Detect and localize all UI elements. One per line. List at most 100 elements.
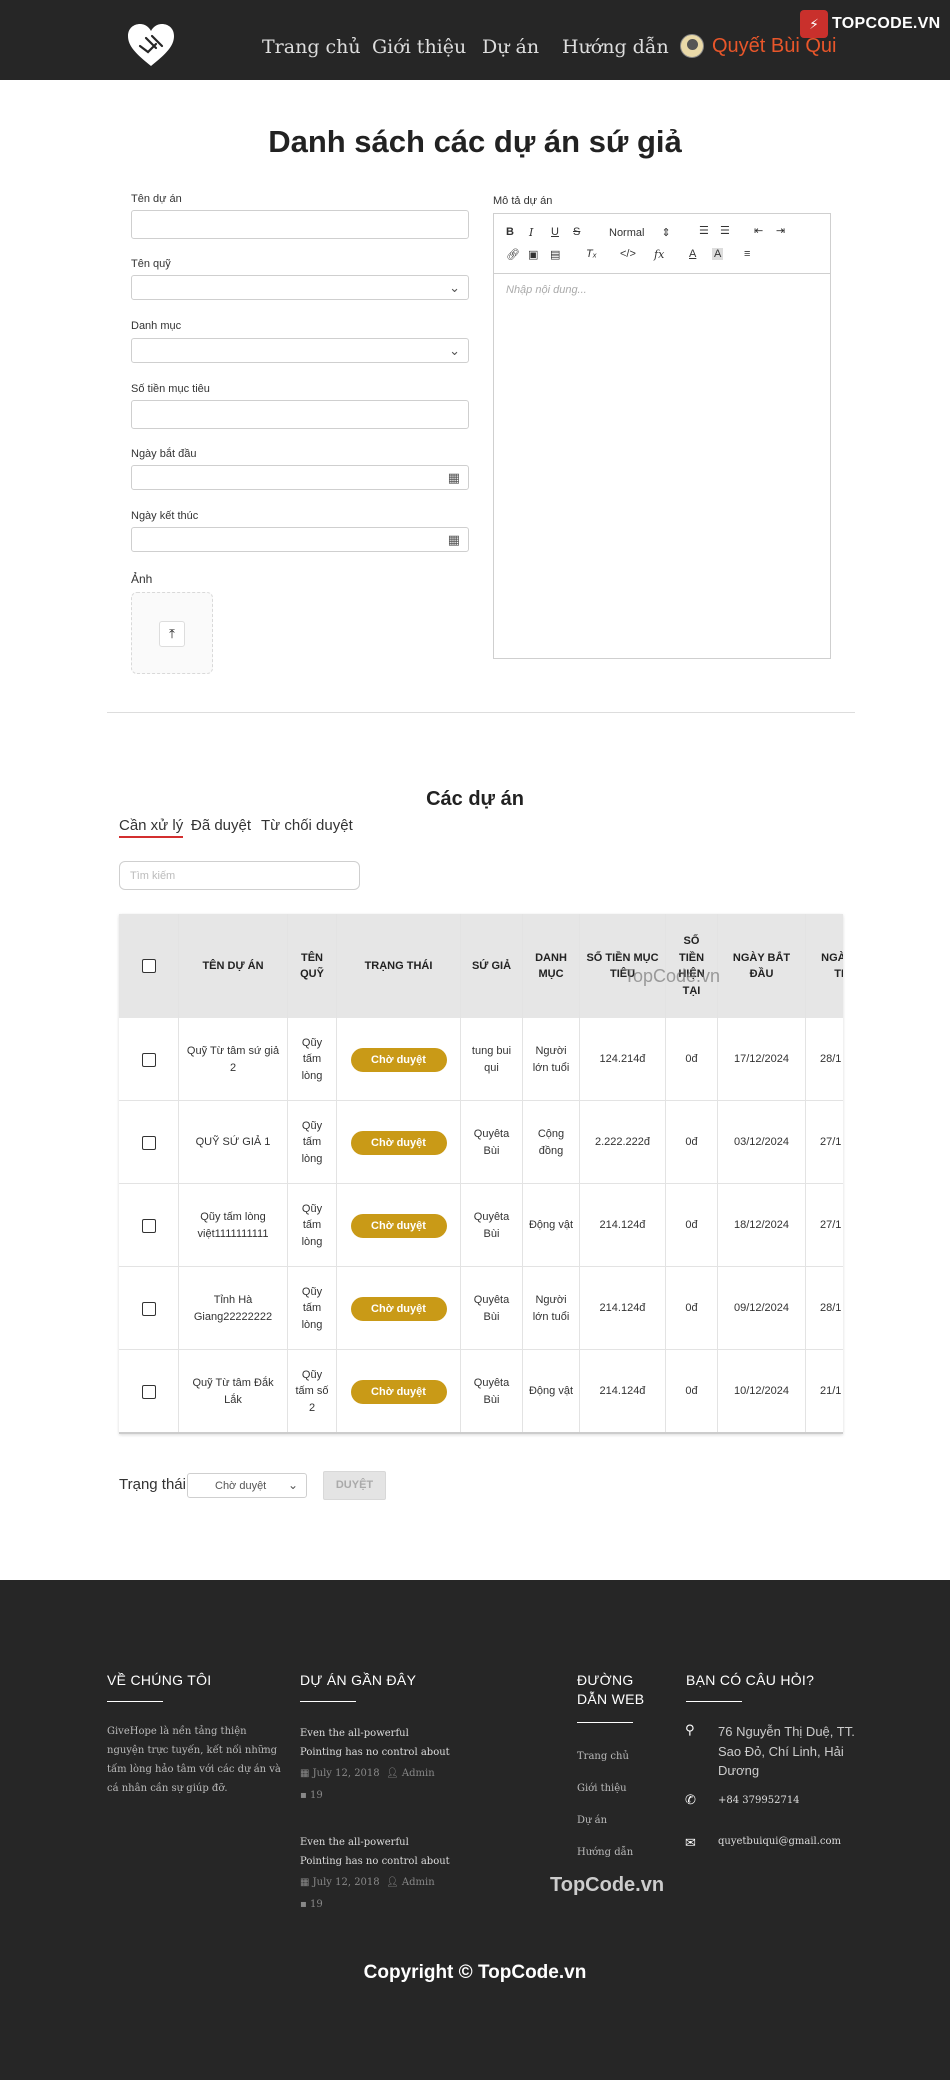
watermark-text: TopCode.vn: [550, 1874, 665, 1896]
col-header-envoy: SỨ GIẢ: [461, 914, 523, 1018]
cell-start: 03/12/2024: [718, 1101, 806, 1184]
heading-select[interactable]: Normal ⇕: [609, 226, 671, 239]
status-filter-select[interactable]: Chờ duyệt ⌄: [187, 1473, 307, 1498]
align-icon[interactable]: ≡: [744, 248, 750, 260]
tab-approved[interactable]: Đã duyệt: [191, 817, 251, 834]
target-amount-label: Số tiền mục tiêu: [131, 383, 210, 395]
outdent-icon[interactable]: ⇤: [754, 224, 763, 237]
target-amount-input[interactable]: [131, 400, 469, 429]
cell-end: 21/1: [806, 1350, 843, 1432]
heart-hands-logo-icon[interactable]: [126, 22, 176, 70]
cell-current: 0đ: [666, 1350, 718, 1432]
row-select-cell: [119, 1267, 179, 1350]
category-select[interactable]: ⌄: [131, 338, 469, 363]
comment-count: 19: [309, 1899, 323, 1910]
row-select-cell: [119, 1018, 179, 1101]
image-upload[interactable]: ⤒: [131, 592, 213, 674]
chevron-down-icon: ⌄: [449, 343, 460, 358]
formula-icon[interactable]: fx: [654, 248, 664, 261]
background-color-icon[interactable]: A: [712, 248, 724, 260]
cell-start: 17/12/2024: [718, 1018, 806, 1101]
clear-format-icon[interactable]: Tₓ: [586, 248, 597, 260]
status-badge[interactable]: Chờ duyệt: [350, 1379, 447, 1404]
cell-category: Người lớn tuổi: [523, 1018, 580, 1101]
project-name-input[interactable]: [131, 210, 469, 239]
cell-fund: Qũy tấm lòng: [288, 1184, 337, 1267]
phone-icon: ✆: [685, 1792, 696, 1807]
fund-select[interactable]: ⌄: [131, 275, 469, 300]
footer-link-about[interactable]: Giới thiệu: [577, 1783, 627, 1794]
recent-post-title[interactable]: Even the all-powerful Pointing has no co…: [300, 1833, 450, 1871]
row-checkbox[interactable]: [141, 1135, 156, 1150]
status-badge[interactable]: Chờ duyệt: [350, 1047, 447, 1072]
col-header-name: TÊN DỰ ÁN: [179, 914, 288, 1018]
tab-pending[interactable]: Cần xử lý: [119, 817, 184, 838]
project-name-label: Tên dự án: [131, 193, 182, 205]
cell-category: Động vật: [523, 1184, 580, 1267]
bullet-list-icon[interactable]: ☰: [720, 224, 730, 237]
row-checkbox[interactable]: [141, 1301, 156, 1316]
footer-link-guide[interactable]: Hướng dẫn: [577, 1847, 633, 1858]
image-icon[interactable]: ▣: [528, 248, 538, 261]
approve-button[interactable]: DUYỆT: [323, 1471, 386, 1500]
nav-projects[interactable]: Dự án: [482, 36, 539, 58]
table-header: TÊN DỰ ÁN TÊN QUỸ TRẠNG THÁI SỨ GIẢ DANH…: [119, 914, 843, 1018]
tab-rejected[interactable]: Từ chối duyệt: [261, 817, 353, 834]
footer-link-projects[interactable]: Dự án: [577, 1815, 607, 1826]
link-icon[interactable]: 🔗︎: [506, 248, 520, 261]
col-header-category: DANH MỤC: [523, 914, 580, 1018]
search-input[interactable]: Tìm kiếm: [119, 861, 360, 890]
cell-target: 214.124đ: [580, 1184, 666, 1267]
description-editor: B I U S Normal ⇕ ☰ ☰ ⇤ ⇥ 🔗︎ ▣ ▤ Tₓ </> f…: [493, 213, 831, 659]
cell-envoy: Quyêta Bùi: [461, 1184, 523, 1267]
comment-icon: ▪: [300, 1899, 307, 1910]
ordered-list-icon[interactable]: ☰: [699, 224, 709, 237]
row-checkbox[interactable]: [141, 1384, 156, 1399]
post-author: Admin: [401, 1768, 435, 1779]
post-date: July 12, 2018: [312, 1877, 380, 1888]
nav-guide[interactable]: Hướng dẫn: [562, 36, 669, 58]
cell-status: Chờ duyệt: [337, 1267, 461, 1350]
image-label: Ảnh: [131, 572, 153, 586]
avatar: [680, 34, 704, 58]
editor-placeholder[interactable]: Nhập nội dung...: [506, 284, 587, 296]
status-badge[interactable]: Chờ duyệt: [350, 1296, 447, 1321]
code-icon[interactable]: </>: [620, 248, 636, 260]
nav-about[interactable]: Giới thiệu: [372, 36, 466, 58]
strike-icon[interactable]: S: [573, 226, 580, 238]
contact-email[interactable]: quyetbuiqui@gmail.com: [718, 1836, 841, 1847]
font-color-icon[interactable]: A: [689, 248, 696, 260]
contact-phone[interactable]: +84 379952714: [718, 1795, 800, 1806]
calendar-icon: ▦: [447, 532, 460, 547]
row-checkbox[interactable]: [141, 1052, 156, 1067]
nav-home[interactable]: Trang chủ: [262, 36, 361, 58]
location-pin-icon: ⚲: [685, 1722, 695, 1737]
watermark-text: TOPCODE.VN: [832, 15, 941, 32]
row-checkbox[interactable]: [141, 1218, 156, 1233]
bold-icon[interactable]: B: [506, 226, 514, 238]
recent-post-title[interactable]: Even the all-powerful Pointing has no co…: [300, 1724, 450, 1762]
recent-projects-heading: DỰ ÁN GẦN ĐÂY: [300, 1672, 417, 1688]
footer-link-home[interactable]: Trang chủ: [577, 1751, 629, 1762]
col-header-start: NGÀY BẮT ĐẦU: [718, 914, 806, 1018]
cell-name: Quỹ Từ tâm sứ giả 2: [179, 1018, 288, 1101]
cell-name: Tỉnh Hà Giang22222222: [179, 1267, 288, 1350]
cell-category: Người lớn tuổi: [523, 1267, 580, 1350]
cell-envoy: Quyêta Bùi: [461, 1101, 523, 1184]
end-date-input[interactable]: ▦: [131, 527, 469, 552]
status-badge[interactable]: Chờ duyệt: [350, 1130, 447, 1155]
underline-icon[interactable]: U: [551, 226, 559, 238]
start-date-input[interactable]: ▦: [131, 465, 469, 490]
heading-underline: [300, 1701, 356, 1702]
user-icon: 👤︎: [386, 1877, 399, 1888]
status-badge[interactable]: Chờ duyệt: [350, 1213, 447, 1238]
video-icon[interactable]: ▤: [550, 248, 560, 261]
indent-icon[interactable]: ⇥: [776, 224, 785, 237]
post-author: Admin: [401, 1877, 435, 1888]
italic-icon[interactable]: I: [529, 226, 533, 239]
select-all-checkbox[interactable]: [141, 959, 156, 973]
cell-name: QUỸ SỨ GIẢ 1: [179, 1101, 288, 1184]
watermark-logo: ⚡ TOPCODE.VN: [800, 10, 941, 38]
description-label: Mô tả dự án: [493, 195, 553, 207]
cell-current: 0đ: [666, 1267, 718, 1350]
